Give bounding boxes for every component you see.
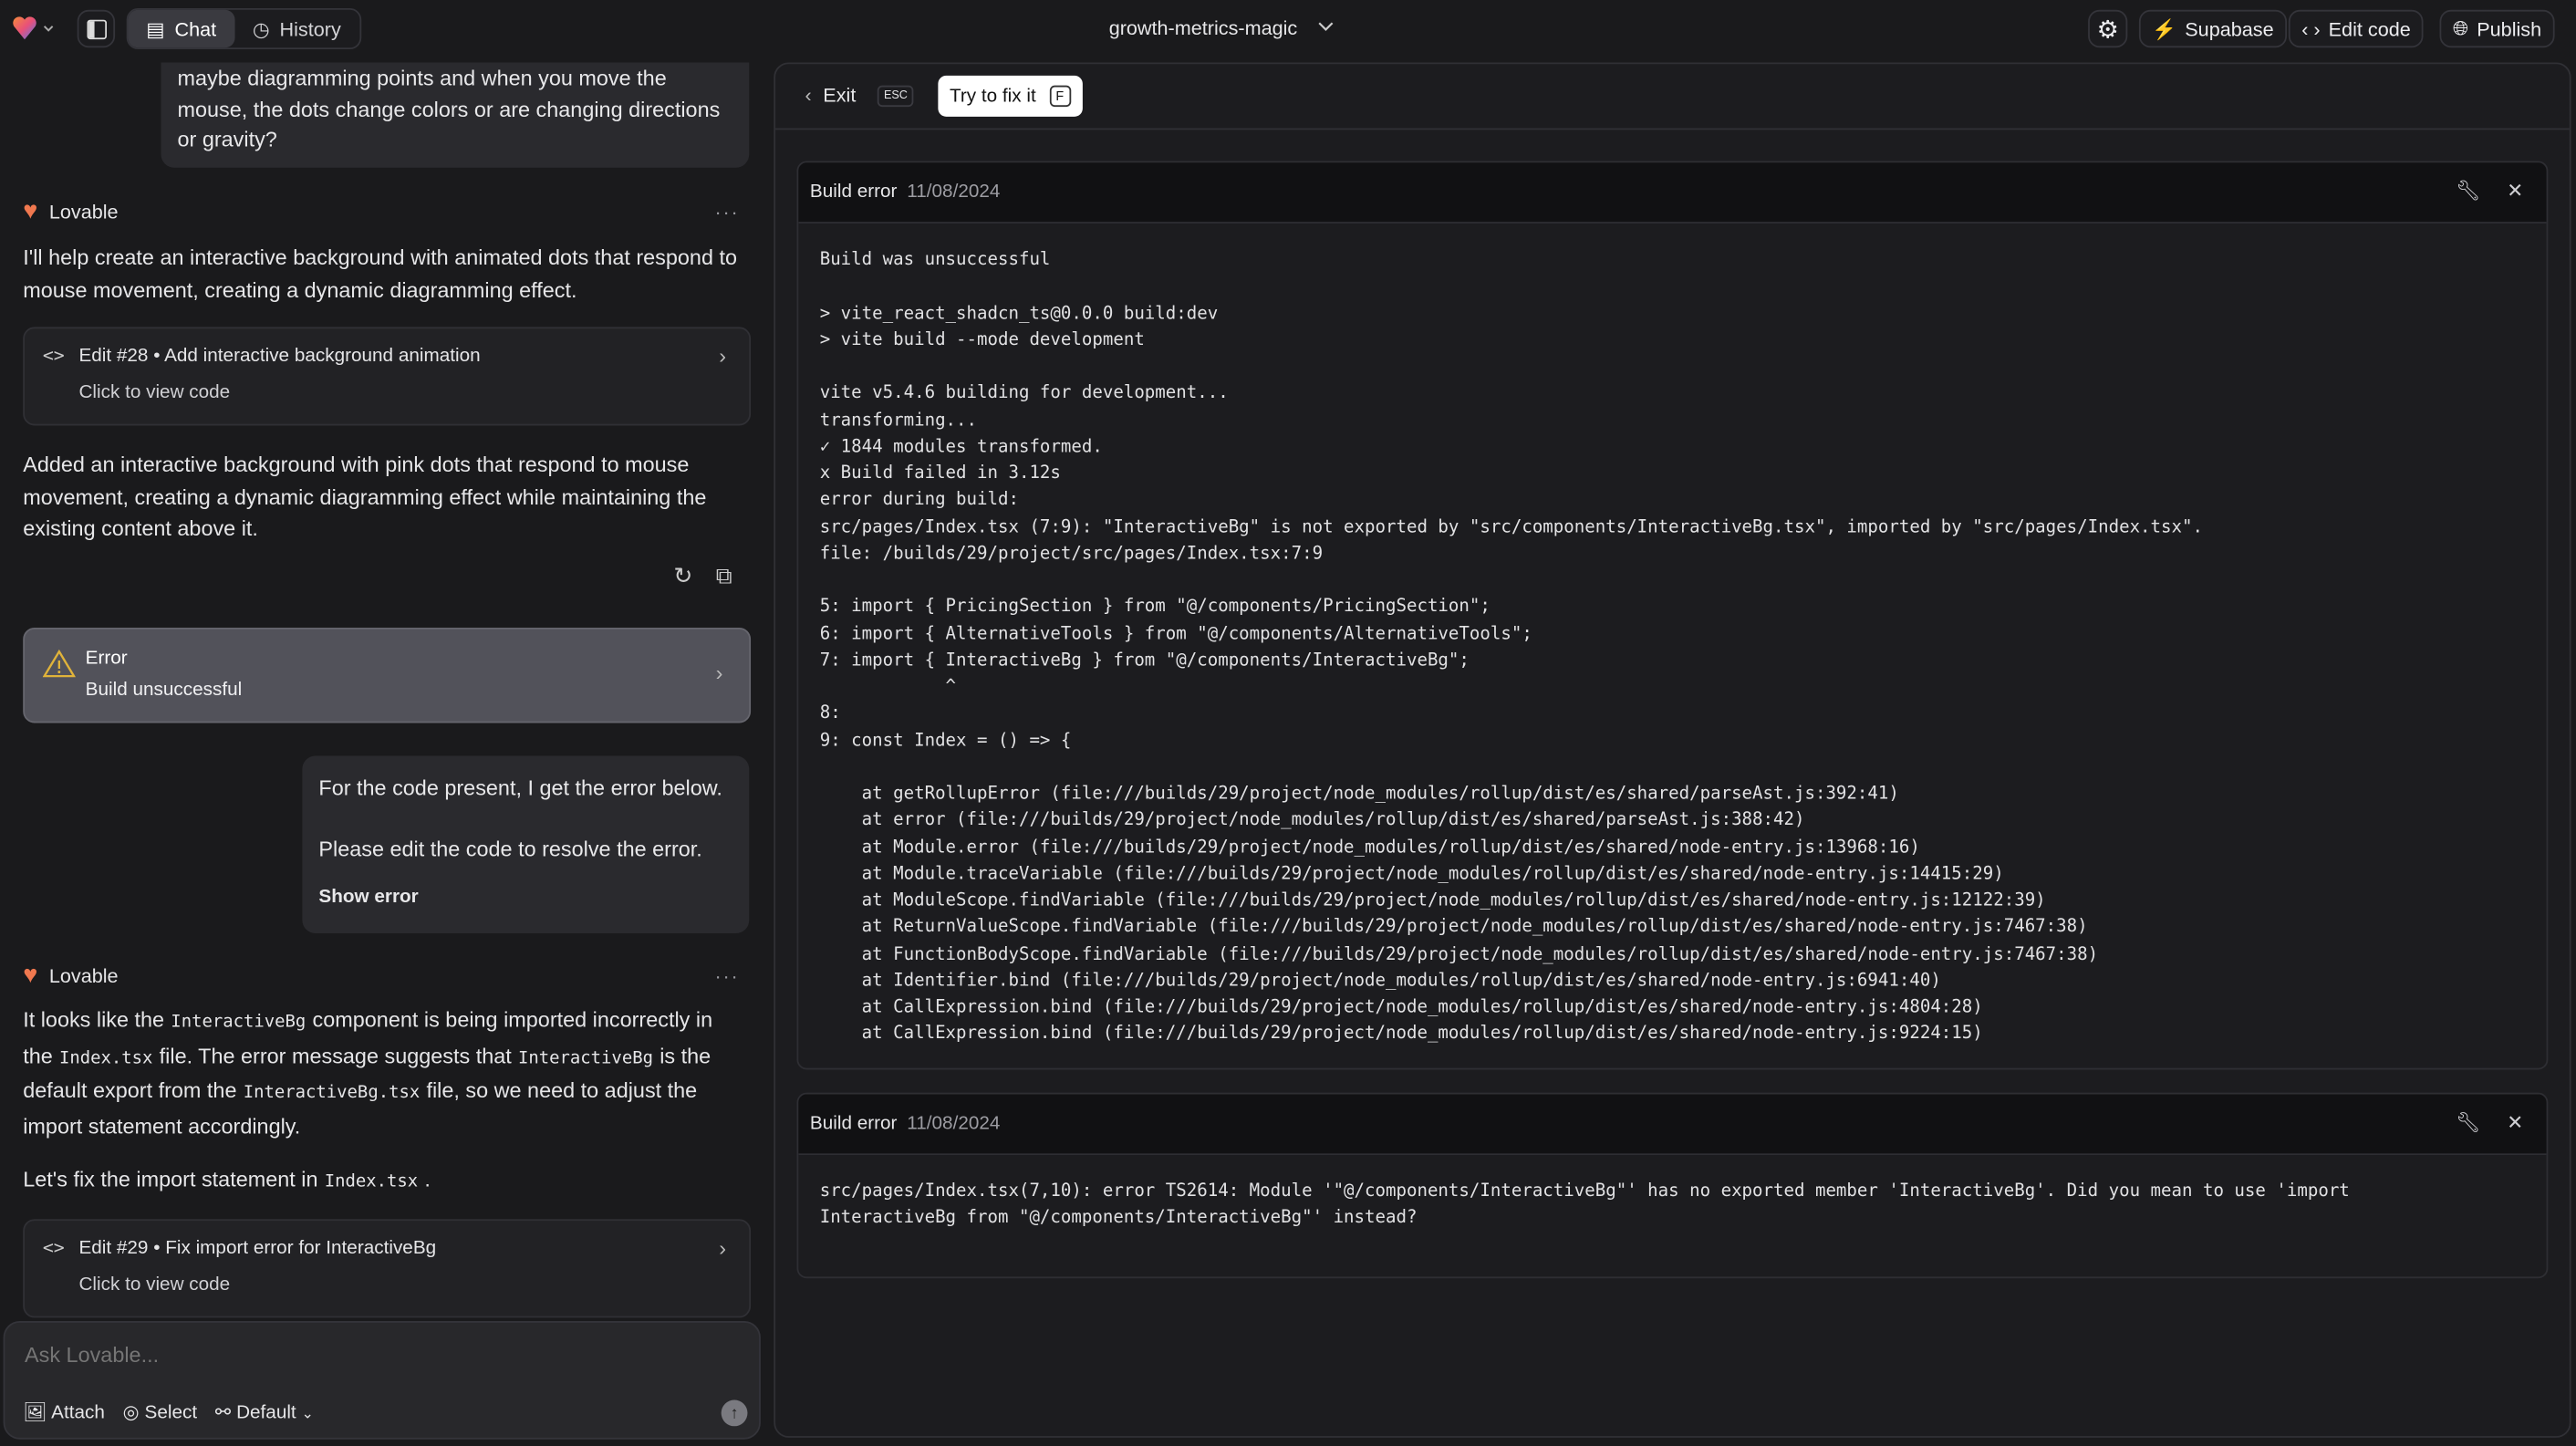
history-icon: ◷ bbox=[252, 16, 270, 41]
more-options-icon[interactable]: ··· bbox=[714, 200, 739, 223]
lovable-logo-menu[interactable] bbox=[12, 15, 57, 46]
edit-card-28[interactable]: <> Edit #28 • Add interactive background… bbox=[23, 327, 752, 426]
try-to-fix-button[interactable]: Try to fix it F bbox=[938, 75, 1082, 117]
attach-button[interactable]: 🖼︎ Attach bbox=[23, 1399, 105, 1423]
edit-code-button[interactable]: ‹ › Edit code bbox=[2288, 9, 2425, 48]
supabase-button[interactable]: ⚡ Supabase bbox=[2138, 9, 2288, 48]
assistant-message: Added an interactive background with pin… bbox=[23, 452, 707, 542]
edit-card-29[interactable]: <> Edit #29 • Fix import error for Inter… bbox=[23, 1219, 752, 1318]
code-icon: ‹ › bbox=[2301, 16, 2321, 41]
assistant-message: It looks like the InteractiveBg component … bbox=[23, 1007, 713, 1139]
mode-dropdown[interactable]: ⚯ Default ⌄ bbox=[214, 1399, 315, 1423]
project-name-dropdown[interactable]: growth-metrics-magic bbox=[1109, 16, 1334, 39]
send-button[interactable]: ↑ bbox=[721, 1399, 748, 1427]
build-error-card: Build error 11/08/2024 🔧︎ ✕ src/pages/Ind… bbox=[796, 1092, 2549, 1279]
chat-icon: ▤ bbox=[146, 16, 165, 41]
publish-button[interactable]: 🌐︎ Publish bbox=[2439, 9, 2555, 48]
wrench-icon[interactable]: 🔧︎ bbox=[2456, 1110, 2480, 1133]
error-header: Build error 11/08/2024 bbox=[798, 1094, 2547, 1156]
chat-history-tabs: ▤ Chat ◷ History bbox=[126, 8, 361, 50]
arrow-up-icon: ↑ bbox=[730, 1403, 739, 1422]
chevron-right-icon: › bbox=[715, 661, 723, 686]
sidebar-icon bbox=[86, 18, 107, 39]
chevron-right-icon: › bbox=[719, 343, 727, 369]
lovable-heart-icon: ♥ bbox=[23, 197, 38, 225]
chevron-down-icon bbox=[1317, 22, 1333, 31]
tab-history[interactable]: ◷ History bbox=[234, 10, 359, 47]
app-window: ▤ Chat ◷ History growth-metrics-magic ⚙ ⚡ S… bbox=[0, 0, 2576, 1446]
restore-icon[interactable]: ↻ bbox=[673, 562, 692, 590]
chat-input[interactable] bbox=[25, 1342, 715, 1368]
error-panel: ‹ Exit ESC Try to fix it F Build error 1… bbox=[774, 62, 2571, 1438]
assistant-message: Let's fix the import statement in Index.t… bbox=[23, 1166, 431, 1191]
open-external-icon[interactable]: ⧉ bbox=[716, 562, 732, 590]
error-log: Build was unsuccessful > vite_react_shad… bbox=[819, 249, 2203, 1045]
code-icon: <> bbox=[42, 1237, 65, 1259]
chevron-left-icon: ‹ bbox=[805, 83, 812, 108]
error-log: src/pages/Index.tsx(7,10): error TS2614:… bbox=[819, 1181, 2350, 1228]
show-error-link[interactable]: Show error bbox=[318, 882, 418, 912]
close-icon[interactable]: ✕ bbox=[2507, 179, 2523, 202]
chat-input-box: 🖼︎ Attach ◎ Select ⚯ Default ⌄ ↑ bbox=[3, 1321, 761, 1440]
image-icon: 🖼︎ bbox=[23, 1403, 47, 1423]
code-icon: <> bbox=[42, 345, 65, 367]
close-icon[interactable]: ✕ bbox=[2507, 1110, 2523, 1133]
select-button[interactable]: ◎ Select bbox=[122, 1399, 197, 1423]
chevron-down-icon: ⌄ bbox=[301, 1404, 315, 1421]
divider bbox=[775, 128, 2570, 130]
gear-icon: ⚙ bbox=[2096, 16, 2119, 44]
chat-thread: maybe diagramming points and when you mo… bbox=[0, 62, 772, 1319]
sliders-icon: ⚯ bbox=[214, 1403, 232, 1423]
keyboard-shortcut-badge: ESC bbox=[877, 84, 915, 107]
globe-icon: 🌐︎ bbox=[2452, 16, 2469, 40]
user-message: maybe diagramming points and when you mo… bbox=[161, 62, 750, 168]
assistant-message: I'll help create an interactive backgrou… bbox=[23, 244, 738, 302]
warning-icon bbox=[42, 649, 76, 678]
wrench-icon[interactable]: 🔧︎ bbox=[2456, 179, 2480, 202]
exit-button[interactable]: ‹ Exit ESC bbox=[805, 83, 915, 108]
lovable-heart-icon bbox=[13, 16, 54, 40]
keyboard-shortcut-badge: F bbox=[1049, 85, 1071, 108]
chevron-down-icon bbox=[43, 26, 54, 32]
assistant-header: ♥ Lovable ··· bbox=[23, 961, 740, 990]
build-error-card: Build error 11/08/2024 🔧︎ ✕ Build was uns… bbox=[796, 161, 2549, 1070]
target-icon: ◎ bbox=[122, 1403, 140, 1423]
error-card[interactable]: Error Build unsuccessful › bbox=[23, 627, 752, 723]
error-header: Build error 11/08/2024 🔧︎ ✕ bbox=[798, 162, 2547, 224]
more-options-icon[interactable]: ··· bbox=[714, 963, 739, 986]
user-message: For the code present, I get the error be… bbox=[302, 755, 750, 933]
tab-chat[interactable]: ▤ Chat bbox=[128, 9, 235, 48]
supabase-bolt-icon: ⚡ bbox=[2152, 16, 2177, 41]
chevron-right-icon: › bbox=[719, 1235, 727, 1261]
lovable-heart-icon: ♥ bbox=[23, 961, 38, 990]
toggle-sidebar-button[interactable] bbox=[77, 9, 116, 48]
assistant-header: ♥ Lovable ··· bbox=[23, 197, 740, 225]
settings-button[interactable]: ⚙ bbox=[2088, 9, 2128, 48]
